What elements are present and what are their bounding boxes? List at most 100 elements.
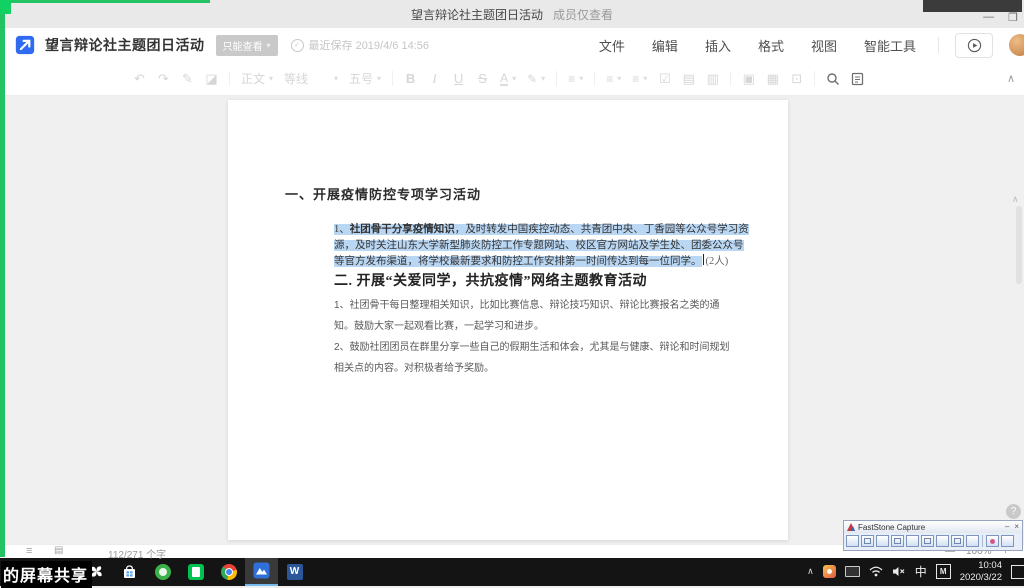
format-painter-icon[interactable]: ✎ [181, 71, 194, 87]
divider [982, 535, 983, 547]
document-page[interactable]: 一、开展疫情防控专项学习活动 1、社团骨干分享疫情知识，及时转发中国疾控动态、共… [228, 100, 788, 540]
divider [814, 71, 815, 86]
fs-capture-rectangle-icon[interactable] [861, 535, 874, 547]
paragraph-style-dropdown[interactable]: 正文 ▾ [241, 70, 273, 87]
align-dropdown[interactable]: ≡ ▾ [568, 72, 583, 86]
docs-mountain-icon [253, 562, 270, 579]
redo-icon[interactable]: ↷ [157, 71, 170, 87]
numbered-list-dropdown[interactable]: ≡ ▾ [606, 72, 621, 86]
restore-icon[interactable]: ❐ [1008, 11, 1018, 24]
outdent-icon[interactable]: ▥ [706, 71, 719, 87]
faststone-window[interactable]: FastStone Capture – × [843, 520, 1023, 551]
people-count-annotation: (2人) [706, 256, 729, 267]
wifi-icon[interactable] [869, 566, 883, 577]
menu-format[interactable]: 格式 [758, 36, 784, 55]
taskbar-word-app[interactable]: W [278, 557, 311, 586]
minimize-icon[interactable]: — [983, 11, 994, 24]
find-replace-icon[interactable] [826, 72, 840, 86]
page-preview-icon[interactable]: ▤ [54, 545, 63, 556]
fs-capture-freehand-icon[interactable] [906, 535, 919, 547]
window-title: 望言辩论社主题团日活动 [411, 6, 543, 23]
fs-edit-icon[interactable] [986, 535, 999, 547]
doc-paragraph-selected: 1、社团骨干分享疫情知识，及时转发中国疾控动态、共青团中央、丁香园等公众号学习资… [334, 222, 754, 270]
doc-heading-1: 一、开展疫情防控专项学习活动 [285, 184, 481, 203]
fs-open-icon[interactable] [846, 535, 859, 547]
taskbar-green-ring-app[interactable] [146, 557, 179, 586]
scrollbar-thumb[interactable] [1016, 206, 1022, 284]
doc-line: 1、社团骨干每日整理相关知识，比如比赛信息、辩论技巧知识、辩论比赛报名之类的通 [334, 295, 720, 316]
fs-capture-fixed-icon[interactable] [951, 535, 964, 547]
underline-button[interactable]: U [452, 71, 465, 86]
taskbar-chrome-app[interactable] [212, 557, 245, 586]
fs-settings-icon[interactable] [1001, 535, 1014, 547]
taskbar-store-app[interactable] [113, 557, 146, 586]
input-method-tray-icon[interactable] [823, 565, 836, 578]
faststone-toolbar [844, 533, 1022, 547]
checkbox-list-icon[interactable]: ☑ [658, 71, 671, 87]
outline-list-icon[interactable]: ≡ [26, 545, 32, 557]
menu-file[interactable]: 文件 [599, 36, 625, 55]
fs-record-video-icon[interactable] [966, 535, 979, 547]
indent-icon[interactable]: ▤ [682, 71, 695, 87]
font-size-dropdown[interactable]: 五号 ▾ [349, 70, 381, 87]
present-button[interactable] [955, 33, 993, 58]
menu-view[interactable]: 视图 [811, 36, 837, 55]
permission-badge[interactable]: 只能查看 ▾ [216, 35, 278, 56]
ime-language-indicator[interactable]: 中 [915, 563, 927, 580]
tray-expand-icon[interactable]: ∧ [807, 566, 814, 577]
taskbar-green-square-app[interactable] [179, 557, 212, 586]
caret-down-icon: ▾ [643, 74, 647, 83]
menu-edit[interactable]: 编辑 [652, 36, 678, 55]
font-family-dropdown[interactable]: 等线 ▾ [284, 70, 338, 87]
bold-button[interactable]: B [404, 71, 417, 86]
highlight-color-dropdown[interactable]: ✎ ▾ [527, 72, 545, 86]
paragraph-style-value: 正文 [241, 70, 265, 87]
window-controls: — ❐ [983, 11, 1018, 24]
caret-down-icon: ▾ [512, 74, 516, 83]
insert-table-icon[interactable]: ▦ [766, 71, 779, 87]
font-color-dropdown[interactable]: A ▾ [500, 72, 516, 86]
menu-insert[interactable]: 插入 [705, 36, 731, 55]
doc-bold-text: 社团骨干分享疫情知识 [350, 224, 455, 235]
faststone-logo-icon [847, 523, 855, 531]
permission-badge-label: 只能查看 [223, 38, 263, 53]
fs-capture-region-icon[interactable] [891, 535, 904, 547]
menu-smart-tools[interactable]: 智能工具 [864, 36, 916, 55]
font-family-value: 等线 [284, 70, 308, 87]
faststone-titlebar[interactable]: FastStone Capture – × [844, 521, 1022, 533]
help-button[interactable]: ? [1006, 504, 1021, 519]
taskbar-clock[interactable]: 10:04 2020/3/22 [960, 560, 1002, 583]
toolbar-collapse-icon[interactable]: ∧ [1007, 72, 1015, 85]
caret-down-icon: ▾ [377, 74, 381, 83]
insert-more-icon[interactable]: ⊡ [790, 71, 803, 87]
word-count-panel-icon[interactable] [851, 72, 864, 86]
green-ring-icon [155, 564, 171, 580]
strikethrough-button[interactable]: S [476, 71, 489, 86]
clear-format-icon[interactable]: ◪ [205, 71, 218, 87]
ime-mode-icon[interactable]: M [936, 564, 951, 579]
divider [392, 71, 393, 86]
document-title: 望言辩论社主题团日活动 [45, 35, 205, 55]
user-avatar[interactable] [1009, 34, 1024, 56]
text-cursor [703, 254, 704, 265]
taskbar-apps: W [80, 557, 311, 586]
divider [730, 71, 731, 86]
volume-muted-icon[interactable] [892, 566, 906, 577]
taskbar-docs-app-active[interactable] [245, 557, 278, 586]
undo-icon[interactable]: ↶ [133, 71, 146, 87]
formatting-toolbar: ↶ ↷ ✎ ◪ 正文 ▾ 等线 ▾ 五号 ▾ B I U S A ▾ ✎ ▾ ≡… [0, 62, 1024, 96]
scrollbar-up-icon[interactable]: ∧ [1012, 194, 1019, 205]
fs-capture-window-icon[interactable] [876, 535, 889, 547]
italic-button[interactable]: I [428, 71, 441, 87]
faststone-minimize-icon[interactable]: – [1005, 522, 1009, 532]
insert-image-icon[interactable]: ▣ [742, 71, 755, 87]
caret-down-icon: ▾ [267, 41, 271, 50]
font-color-label: A [500, 72, 508, 86]
fs-capture-fullscreen-icon[interactable] [921, 535, 934, 547]
faststone-close-icon[interactable]: × [1014, 522, 1019, 532]
bullet-list-dropdown[interactable]: ≡ ▾ [632, 72, 647, 86]
action-center-icon[interactable] [1011, 565, 1024, 579]
fs-capture-scrolling-icon[interactable] [936, 535, 949, 547]
font-size-value: 五号 [349, 70, 373, 87]
display-tray-icon[interactable] [845, 566, 860, 577]
